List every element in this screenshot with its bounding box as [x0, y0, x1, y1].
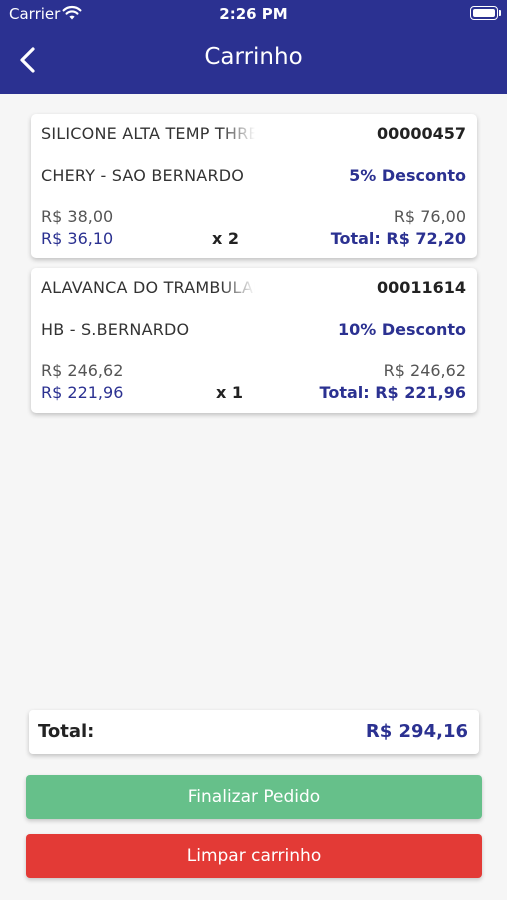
item-unit-price: R$ 246,62	[41, 361, 124, 380]
item-discount: 10% Desconto	[337, 320, 466, 339]
finish-order-button[interactable]: Finalizar Pedido	[26, 775, 482, 819]
item-code: 00000457	[376, 124, 466, 143]
item-subtotal: R$ 76,00	[393, 207, 466, 226]
item-code: 00011614	[376, 278, 466, 297]
battery-icon	[470, 6, 501, 20]
item-store: HB - S.BERNARDO	[41, 320, 190, 339]
status-time: 2:26 PM	[219, 5, 288, 23]
status-bar: Carrier 2:26 PM	[0, 0, 507, 28]
item-total: Total: R$ 72,20	[330, 229, 466, 248]
item-subtotal: R$ 246,62	[383, 361, 466, 380]
item-quantity: x 1	[216, 383, 244, 402]
item-total: Total: R$ 221,96	[319, 383, 466, 402]
app-bar: Carrier 2:26 PM Carrinho	[0, 0, 507, 94]
order-total-value: R$ 294,16	[365, 721, 468, 742]
order-total-label: Total:	[38, 721, 95, 742]
item-discount: 5% Desconto	[349, 166, 466, 185]
cart-item-card[interactable]: ALAVANCA DO TRAMBULADOR 00011614 HB - S.…	[31, 268, 477, 413]
item-discounted-price: R$ 221,96	[41, 383, 124, 402]
clear-cart-button[interactable]: Limpar carrinho	[26, 834, 482, 878]
item-quantity: x 2	[212, 229, 240, 248]
order-total-bar: Total: R$ 294,16	[29, 710, 479, 754]
item-store: CHERY - SAO BERNARDO	[41, 166, 245, 185]
item-discounted-price: R$ 36,10	[41, 229, 114, 248]
page-title: Carrinho	[204, 44, 303, 70]
item-unit-price: R$ 38,00	[41, 207, 114, 226]
cart-item-card[interactable]: SILICONE ALTA TEMP THREE 00000457 CHERY …	[31, 114, 477, 258]
